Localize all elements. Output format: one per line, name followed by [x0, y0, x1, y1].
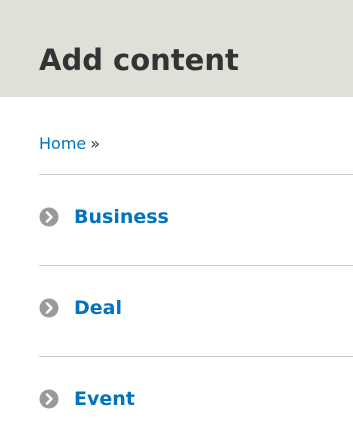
content-type-link-deal[interactable]: Deal — [39, 296, 122, 320]
page-title: Add content — [39, 43, 239, 77]
page-header: Add content — [0, 0, 353, 97]
chevron-right-circle-icon — [39, 389, 59, 409]
breadcrumb-separator: » — [90, 134, 101, 153]
chevron-right-circle-icon — [39, 207, 59, 227]
content-type-label: Deal — [74, 297, 122, 319]
content-type-label: Business — [74, 206, 169, 228]
content-type-link-event[interactable]: Event — [39, 387, 135, 411]
list-item: Deal — [39, 265, 353, 356]
list-item: Business — [39, 174, 353, 265]
content-type-label: Event — [74, 388, 135, 410]
content-type-link-business[interactable]: Business — [39, 205, 169, 229]
breadcrumb: Home» — [39, 133, 100, 155]
breadcrumb-home-link[interactable]: Home — [39, 134, 86, 153]
chevron-right-circle-icon — [39, 298, 59, 318]
list-item: Event — [39, 356, 353, 447]
